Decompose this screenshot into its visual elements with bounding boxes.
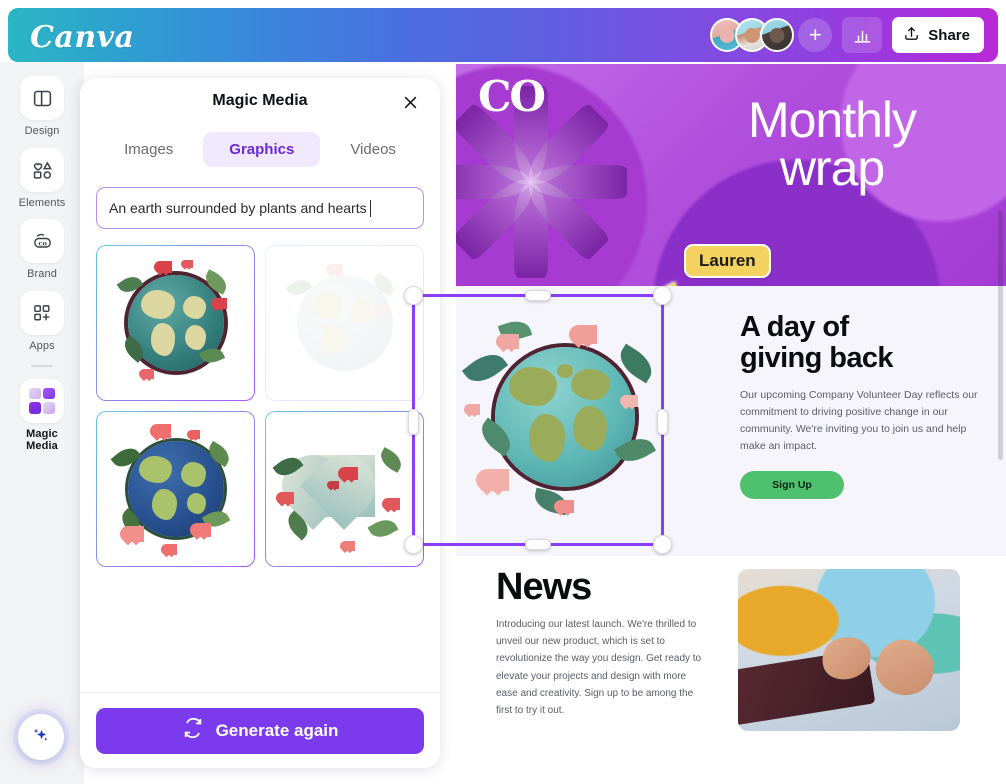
collaborator-avatar-3[interactable] [760, 18, 795, 52]
hero-title-line-2: wrap [779, 140, 885, 196]
generated-result-3[interactable] [96, 411, 255, 567]
tab-videos[interactable]: Videos [324, 132, 422, 167]
globe-shape [495, 347, 635, 487]
prompt-input[interactable]: An earth surrounded by plants and hearts [96, 187, 424, 229]
hero-banner[interactable]: CO Monthly wrap Lauren [456, 64, 1006, 286]
generate-bar: Generate again [80, 692, 440, 768]
prompt-input-value: An earth surrounded by plants and hearts [109, 200, 367, 216]
sidebar-item-elements-label: Elements [18, 196, 66, 209]
giving-back-section: A day of giving back Our upcoming Compan… [456, 286, 1006, 556]
generated-result-4[interactable] [265, 411, 424, 567]
sidebar-item-brand[interactable]: co Brand [7, 219, 77, 281]
canva-editor-window: Canva + Share Design Elements co Brand A… [0, 0, 1006, 784]
sidebar-item-magic-media[interactable]: Magic Media [7, 378, 77, 453]
generated-results-grid [96, 245, 424, 567]
bar-chart-icon[interactable] [842, 17, 883, 53]
svg-text:co: co [38, 239, 47, 247]
generate-again-label: Generate again [215, 720, 339, 740]
sidebar-item-design-label: Design [24, 125, 60, 137]
magic-assistant-button[interactable] [18, 714, 64, 760]
giving-back-heading: A day of giving back [740, 312, 986, 373]
hero-title-line-1: Monthly [747, 92, 917, 148]
tab-graphics[interactable]: Graphics [203, 132, 321, 167]
design-canvas[interactable]: CO Monthly wrap Lauren A day of giving b… [456, 64, 1006, 784]
giving-back-body: Our upcoming Company Volunteer Day refle… [740, 389, 978, 453]
selected-earth-image[interactable] [456, 308, 674, 526]
hero-title: Monthly wrap [702, 92, 962, 196]
sidebar-item-apps[interactable]: Apps [7, 290, 77, 353]
giving-back-heading-line-2: giving back [740, 341, 894, 374]
text-cursor [369, 199, 372, 217]
earth-illustration-4 [266, 412, 423, 566]
sidebar-item-elements[interactable]: Elements [7, 147, 77, 210]
sidebar-item-design[interactable]: Design [7, 76, 77, 138]
news-heading: News [496, 566, 592, 608]
canva-logo[interactable]: Canva [30, 20, 135, 55]
share-button-label: Share [928, 26, 970, 44]
sidebar-item-magic-media-label: Magic Media [26, 427, 58, 453]
shapes-icon [20, 147, 64, 192]
news-image[interactable] [738, 569, 960, 731]
sidebar-divider [31, 364, 53, 367]
panel-header: Magic Media [80, 78, 440, 126]
magic-media-grid-icon [20, 378, 64, 423]
magic-media-panel: Magic Media Images Graphics Videos An ea… [80, 78, 440, 768]
giving-back-heading-line-1: A day of [740, 311, 849, 343]
sidebar-item-brand-label: Brand [27, 268, 57, 281]
cursor-arrow-icon [656, 282, 675, 286]
top-bar: Canva + Share [8, 8, 998, 62]
magic-media-tiles [29, 387, 55, 414]
generated-result-1[interactable] [96, 245, 255, 401]
left-sidebar: Design Elements co Brand Apps Magic Medi… [0, 62, 84, 784]
generated-result-2[interactable] [265, 245, 424, 401]
share-button[interactable]: Share [892, 17, 984, 53]
canvas-scrollbar-thumb[interactable] [998, 210, 1003, 460]
sparkles-icon [30, 724, 52, 751]
layout-panel-icon [20, 76, 64, 120]
close-icon[interactable] [398, 90, 422, 114]
earth-illustration-3 [97, 412, 254, 566]
collaborator-avatars [710, 18, 795, 52]
earth-illustration-2 [266, 246, 423, 400]
generate-again-button[interactable]: Generate again [96, 707, 424, 754]
upload-icon [903, 25, 920, 46]
company-logo: CO [478, 72, 546, 121]
sidebar-item-apps-label: Apps [29, 339, 55, 352]
refresh-icon [182, 717, 204, 744]
earth-illustration-1 [97, 246, 254, 400]
top-bar-actions: + Share [710, 8, 984, 62]
collaborator-cursor-label: Lauren [684, 244, 771, 278]
canvas-scrollbar-track[interactable] [998, 134, 1004, 784]
news-body: Introducing our latest launch. We're thr… [496, 619, 702, 716]
panel-tabs: Images Graphics Videos [80, 132, 440, 167]
add-collaborator-button[interactable]: + [798, 18, 833, 52]
panel-title: Magic Media [212, 92, 308, 109]
earth-illustration-canvas [456, 308, 674, 526]
apps-grid-plus-icon [20, 290, 64, 335]
news-section: News Introducing our latest launch. We'r… [456, 556, 1006, 784]
brand-stamp-icon: co [20, 219, 64, 264]
sign-up-button[interactable]: Sign Up [740, 471, 844, 500]
tab-images[interactable]: Images [98, 132, 199, 167]
hand-shape-2 [872, 636, 937, 700]
giving-back-copy: A day of giving back Our upcoming Compan… [740, 312, 986, 500]
